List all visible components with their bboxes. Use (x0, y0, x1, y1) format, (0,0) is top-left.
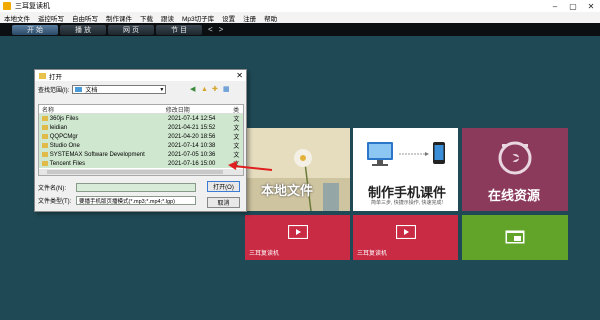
annotation-arrow (228, 161, 273, 171)
